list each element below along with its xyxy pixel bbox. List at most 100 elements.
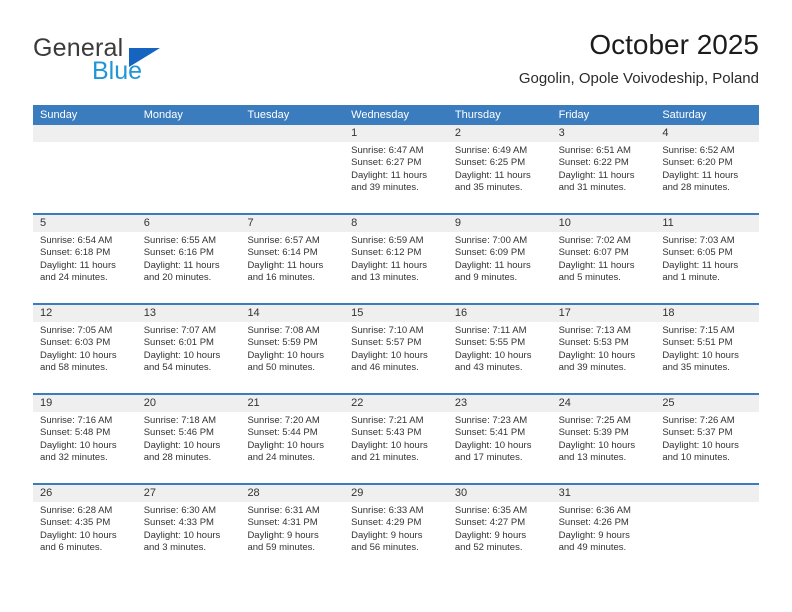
calendar-day-cell[interactable]: 24 Sunrise: 7:25 AM Sunset: 5:39 PM Dayligh… <box>551 395 656 483</box>
day-sun-info: Sunrise: 6:31 AM Sunset: 4:31 PM Daylight:… <box>240 502 344 555</box>
day-number: 25 <box>655 395 760 412</box>
day-number <box>240 125 345 142</box>
sunrise-text: Sunrise: 7:10 AM <box>351 325 424 336</box>
weekday-header-tuesday: Tuesday <box>247 109 290 121</box>
calendar-day-cell[interactable]: 22 Sunrise: 7:21 AM Sunset: 5:43 PM Dayligh… <box>344 395 448 483</box>
daylight-text-line2: and 28 minutes. <box>662 182 730 194</box>
day-sun-info: Sunrise: 7:07 AM Sunset: 6:01 PM Daylight:… <box>137 322 241 375</box>
day-sun-info: Sunrise: 7:20 AM Sunset: 5:44 PM Daylight:… <box>240 412 344 465</box>
sunrise-text: Sunrise: 6:35 AM <box>454 505 528 516</box>
day-number: 15 <box>344 305 448 322</box>
daylight-text-line1: Daylight: 10 hours <box>351 349 428 361</box>
calendar-day-cell[interactable]: 6 Sunrise: 6:55 AM Sunset: 6:16 PM Daylight… <box>136 215 241 303</box>
calendar-day-cell[interactable]: 20 Sunrise: 7:18 AM Sunset: 5:46 PM Dayligh… <box>136 395 241 483</box>
sunset-text: Sunset: 6:05 PM <box>662 247 733 259</box>
sunset-text: Sunset: 6:07 PM <box>558 247 629 259</box>
day-sun-info: Sunrise: 6:54 AM Sunset: 6:18 PM Daylight:… <box>33 232 137 285</box>
calendar-day-cell[interactable]: 21 Sunrise: 7:20 AM Sunset: 5:44 PM Dayligh… <box>240 395 345 483</box>
day-sun-info: Sunrise: 7:15 AM Sunset: 5:51 PM Daylight:… <box>655 322 759 375</box>
daylight-text-line2: and 24 minutes. <box>247 452 316 464</box>
calendar-day-cell[interactable]: 10 Sunrise: 7:02 AM Sunset: 6:07 PM Dayligh… <box>551 215 656 303</box>
calendar-day-cell[interactable]: 27 Sunrise: 6:30 AM Sunset: 4:33 PM Dayligh… <box>136 485 241 573</box>
day-sun-info: Sunrise: 7:23 AM Sunset: 5:41 PM Daylight:… <box>448 412 552 465</box>
calendar-day-cell[interactable]: 5 Sunrise: 6:54 AM Sunset: 6:18 PM Daylight… <box>33 215 137 303</box>
calendar-day-cell[interactable]: 25 Sunrise: 7:26 AM Sunset: 5:37 PM Dayligh… <box>655 395 760 483</box>
day-sun-info: Sunrise: 7:21 AM Sunset: 5:43 PM Daylight:… <box>344 412 448 465</box>
calendar-day-cell[interactable]: 2 Sunrise: 6:49 AM Sunset: 6:25 PM Daylight… <box>447 125 552 213</box>
calendar-day-cell[interactable]: 19 Sunrise: 7:16 AM Sunset: 5:48 PM Dayligh… <box>33 395 137 483</box>
daylight-text-line1: Daylight: 9 hours <box>247 529 319 541</box>
calendar-day-cell[interactable]: 28 Sunrise: 6:31 AM Sunset: 4:31 PM Dayligh… <box>240 485 345 573</box>
calendar-day-cell[interactable]: 8 Sunrise: 6:59 AM Sunset: 6:12 PM Daylight… <box>344 215 448 303</box>
sunrise-text: Sunrise: 7:16 AM <box>40 415 113 426</box>
sunset-text: Sunset: 6:20 PM <box>662 157 733 169</box>
day-number <box>33 125 137 142</box>
calendar-day-cell[interactable]: 13 Sunrise: 7:07 AM Sunset: 6:01 PM Dayligh… <box>136 305 241 393</box>
calendar-day-cell[interactable]: 18 Sunrise: 7:15 AM Sunset: 5:51 PM Dayligh… <box>655 305 760 393</box>
weekday-header-wednesday: Wednesday <box>351 109 410 121</box>
daylight-text-line1: Daylight: 9 hours <box>351 529 423 541</box>
daylight-text-line1: Daylight: 10 hours <box>454 439 532 451</box>
calendar-day-cell[interactable]: 15 Sunrise: 7:10 AM Sunset: 5:57 PM Dayligh… <box>344 305 448 393</box>
calendar-day-cell[interactable]: 4 Sunrise: 6:52 AM Sunset: 6:20 PM Daylight… <box>655 125 760 213</box>
calendar-day-cell[interactable]: 31 Sunrise: 6:36 AM Sunset: 4:26 PM Dayligh… <box>551 485 656 573</box>
day-sun-info: Sunrise: 6:52 AM Sunset: 6:20 PM Daylight:… <box>655 142 759 195</box>
day-sun-info: Sunrise: 6:30 AM Sunset: 4:33 PM Daylight:… <box>137 502 241 555</box>
day-number: 2 <box>447 125 552 142</box>
sunrise-text: Sunrise: 6:33 AM <box>351 505 424 516</box>
sunrise-text: Sunrise: 6:36 AM <box>558 505 631 516</box>
sunrise-text: Sunrise: 7:02 AM <box>558 235 631 246</box>
sunset-text: Sunset: 4:29 PM <box>351 517 422 529</box>
daylight-text-line1: Daylight: 11 hours <box>454 169 531 181</box>
calendar-day-cell[interactable]: 17 Sunrise: 7:13 AM Sunset: 5:53 PM Dayligh… <box>551 305 656 393</box>
day-number: 26 <box>33 485 137 502</box>
calendar-day-cell[interactable]: 30 Sunrise: 6:35 AM Sunset: 4:27 PM Dayligh… <box>447 485 552 573</box>
daylight-text-line1: Daylight: 11 hours <box>454 259 531 271</box>
daylight-text-line2: and 6 minutes. <box>40 542 103 554</box>
calendar-day-cell[interactable]: 3 Sunrise: 6:51 AM Sunset: 6:22 PM Daylight… <box>551 125 656 213</box>
sunset-text: Sunset: 5:48 PM <box>40 427 111 439</box>
day-sun-info: Sunrise: 7:25 AM Sunset: 5:39 PM Daylight:… <box>552 412 656 465</box>
sunrise-text: Sunrise: 6:54 AM <box>40 235 113 246</box>
calendar-day-cell[interactable]: 23 Sunrise: 7:23 AM Sunset: 5:41 PM Dayligh… <box>447 395 552 483</box>
daylight-text-line1: Daylight: 10 hours <box>143 439 221 451</box>
sunrise-text: Sunrise: 6:49 AM <box>454 145 528 156</box>
calendar-day-cell[interactable]: 1 Sunrise: 6:47 AM Sunset: 6:27 PM Daylight… <box>344 125 448 213</box>
calendar-day-cell[interactable]: 12 Sunrise: 7:05 AM Sunset: 6:03 PM Dayligh… <box>33 305 137 393</box>
sunrise-text: Sunrise: 7:07 AM <box>143 325 217 336</box>
sunrise-text: Sunrise: 7:11 AM <box>454 325 527 336</box>
sunset-text: Sunset: 6:01 PM <box>143 337 214 349</box>
sunrise-text: Sunrise: 6:31 AM <box>247 505 320 516</box>
daylight-text-line2: and 16 minutes. <box>247 272 316 284</box>
sunrise-text: Sunrise: 7:25 AM <box>558 415 631 426</box>
general-blue-logo[interactable]: General Blue <box>33 34 263 96</box>
daylight-text-line1: Daylight: 11 hours <box>662 169 739 181</box>
sunrise-text: Sunrise: 7:21 AM <box>351 415 424 426</box>
sunset-text: Sunset: 6:25 PM <box>454 157 526 169</box>
day-sun-info: Sunrise: 6:33 AM Sunset: 4:29 PM Daylight:… <box>344 502 448 555</box>
calendar-day-cell[interactable]: 11 Sunrise: 7:03 AM Sunset: 6:05 PM Dayligh… <box>655 215 760 303</box>
day-number: 23 <box>447 395 552 412</box>
daylight-text-line2: and 56 minutes. <box>351 542 419 554</box>
calendar-day-cell[interactable]: 9 Sunrise: 7:00 AM Sunset: 6:09 PM Daylight… <box>447 215 552 303</box>
day-number: 29 <box>344 485 448 502</box>
calendar-day-cell[interactable]: 16 Sunrise: 7:11 AM Sunset: 5:55 PM Dayligh… <box>447 305 552 393</box>
day-number: 22 <box>344 395 448 412</box>
sunset-text: Sunset: 6:27 PM <box>351 157 422 169</box>
day-number: 6 <box>136 215 241 232</box>
weekday-header-thursday: Thursday <box>454 109 501 121</box>
calendar-day-cell[interactable]: 26 Sunrise: 6:28 AM Sunset: 4:35 PM Dayligh… <box>33 485 137 573</box>
daylight-text-line2: and 9 minutes. <box>454 272 518 284</box>
calendar-day-cell[interactable]: 14 Sunrise: 7:08 AM Sunset: 5:59 PM Dayligh… <box>240 305 345 393</box>
calendar-weeks: 1 Sunrise: 6:47 AM Sunset: 6:27 PM Daylight… <box>33 125 760 573</box>
daylight-text-line2: and 17 minutes. <box>454 452 523 464</box>
sunset-text: Sunset: 4:31 PM <box>247 517 318 529</box>
day-number: 4 <box>655 125 760 142</box>
sunrise-text: Sunrise: 7:26 AM <box>662 415 735 426</box>
sunrise-text: Sunrise: 7:15 AM <box>662 325 735 336</box>
calendar-day-cell[interactable]: 29 Sunrise: 6:33 AM Sunset: 4:29 PM Dayligh… <box>344 485 448 573</box>
day-sun-info: Sunrise: 6:55 AM Sunset: 6:16 PM Daylight:… <box>137 232 241 285</box>
day-number: 17 <box>551 305 656 322</box>
calendar-day-cell[interactable]: 7 Sunrise: 6:57 AM Sunset: 6:14 PM Daylight… <box>240 215 345 303</box>
daylight-text-line2: and 54 minutes. <box>143 362 212 374</box>
